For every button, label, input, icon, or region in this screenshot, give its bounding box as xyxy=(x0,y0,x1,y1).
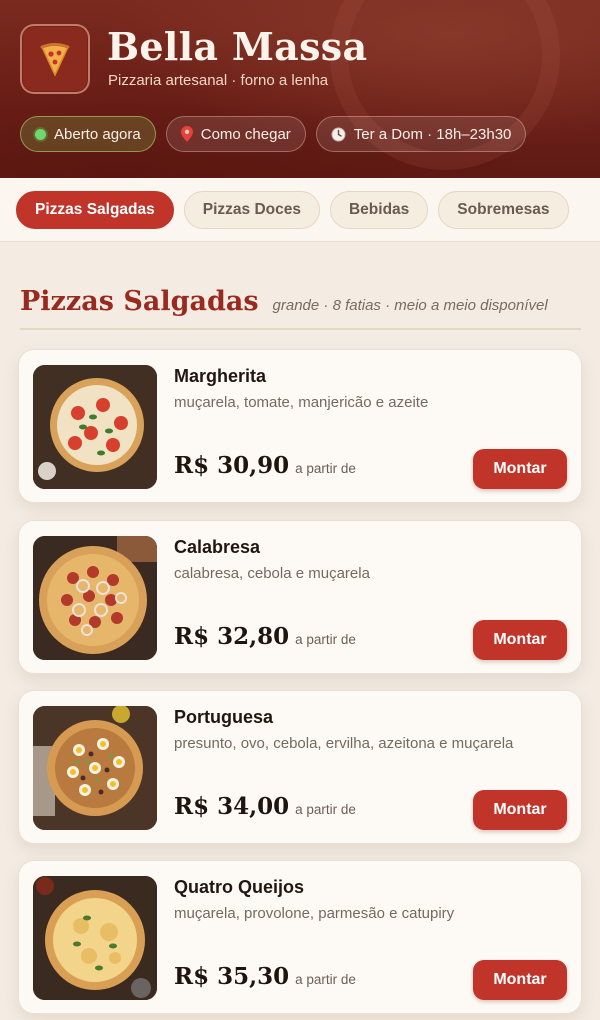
product-name: Margherita xyxy=(174,366,267,386)
price-row: R$ 35,30 a partir de xyxy=(174,963,356,990)
product-image-margherita xyxy=(33,365,157,489)
tab-sobremesas[interactable]: Sobremesas xyxy=(438,190,569,229)
status-chip[interactable]: Aberto agora xyxy=(20,116,156,152)
product-card[interactable]: Portuguesa presunto, ovo, cebola, ervilh… xyxy=(18,690,582,844)
info-chips: Aberto agora Como chegar Ter a Dom · 18h… xyxy=(20,116,527,152)
price-note: a partir de xyxy=(295,632,356,647)
product-image-calabresa xyxy=(33,536,157,660)
section-title: Pizzas Salgadas xyxy=(20,286,259,317)
brand-subtitle: Pizzaria artesanal · forno a lenha xyxy=(108,72,329,89)
product-description: presunto, ovo, cebola, ervilha, azeitona… xyxy=(174,735,514,752)
montar-button[interactable]: Montar xyxy=(473,620,567,660)
product-price: R$ 32,80 xyxy=(174,623,290,650)
price-row: R$ 30,90 a partir de xyxy=(174,452,356,479)
product-image-portuguesa xyxy=(33,706,157,830)
price-note: a partir de xyxy=(295,461,356,476)
brand-name: Bella Massa xyxy=(107,24,368,69)
category-tabs: Pizzas Salgadas Pizzas Doces Bebidas Sob… xyxy=(0,178,600,242)
pizza-slice-icon xyxy=(40,43,70,77)
status-chip-label: Aberto agora xyxy=(54,125,141,143)
directions-chip-label: Como chegar xyxy=(200,125,291,143)
product-price: R$ 35,30 xyxy=(174,963,290,990)
product-price: R$ 30,90 xyxy=(174,452,290,479)
product-description: muçarela, provolone, parmesão e catupiry xyxy=(174,905,455,922)
clock-icon xyxy=(331,127,346,141)
map-pin-icon xyxy=(180,126,193,142)
product-name: Calabresa xyxy=(174,537,261,557)
price-row: R$ 32,80 a partir de xyxy=(174,623,356,650)
product-name: Quatro Queijos xyxy=(174,877,305,897)
product-price: R$ 34,00 xyxy=(174,793,290,820)
product-card[interactable]: Calabresa calabresa, cebola e muçarela R… xyxy=(18,520,582,674)
montar-button[interactable]: Montar xyxy=(473,449,567,489)
section-divider xyxy=(20,328,581,330)
price-row: R$ 34,00 a partir de xyxy=(174,793,356,820)
directions-chip[interactable]: Como chegar xyxy=(165,116,306,152)
app-header: Bella Massa Pizzaria artesanal · forno a… xyxy=(0,0,600,178)
hours-chip[interactable]: Ter a Dom · 18h–23h30 xyxy=(315,116,527,152)
tab-bebidas[interactable]: Bebidas xyxy=(329,190,429,229)
hours-chip-label: Ter a Dom · 18h–23h30 xyxy=(353,125,512,143)
status-dot-icon xyxy=(35,128,46,140)
product-card[interactable]: Margherita muçarela, tomate, manjericão … xyxy=(18,349,582,503)
product-image-quatro-queijos xyxy=(33,876,157,1000)
price-note: a partir de xyxy=(295,972,356,987)
product-description: calabresa, cebola e muçarela xyxy=(174,565,370,582)
product-name: Portuguesa xyxy=(174,707,274,727)
product-description: muçarela, tomate, manjericão e azeite xyxy=(174,394,429,411)
price-note: a partir de xyxy=(295,802,356,817)
montar-button[interactable]: Montar xyxy=(473,960,567,1000)
product-card[interactable]: Quatro Queijos muçarela, provolone, parm… xyxy=(18,860,582,1014)
tab-pizzas-salgadas[interactable]: Pizzas Salgadas xyxy=(16,190,174,229)
montar-button[interactable]: Montar xyxy=(473,790,567,830)
section-note: grande · 8 fatias · meio a meio disponív… xyxy=(272,297,548,314)
section-header: Pizzas Salgadas grande · 8 fatias · meio… xyxy=(20,286,548,317)
logo xyxy=(20,24,90,94)
tab-pizzas-doces[interactable]: Pizzas Doces xyxy=(183,190,320,229)
